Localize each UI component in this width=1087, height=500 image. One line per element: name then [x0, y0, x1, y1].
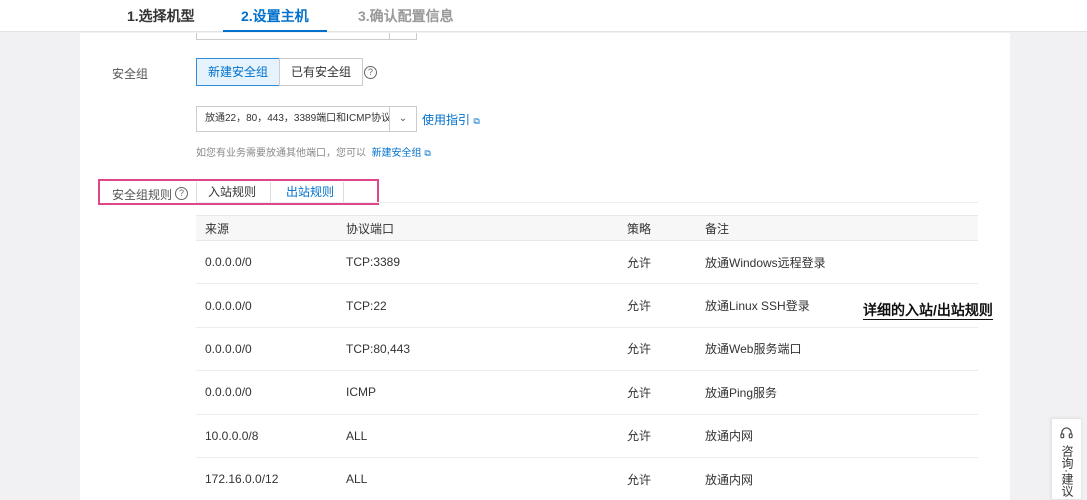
tab-inbound-rules[interactable]: 入站规则 [208, 183, 256, 203]
cell-source: 172.16.0.0/12 [196, 457, 337, 500]
column-header-source: 来源 [196, 215, 337, 241]
config-card: 安全组 新建安全组 已有安全组 ? 放通22，80，443，3389端口和ICM… [80, 33, 1010, 500]
security-group-template-select[interactable]: 放通22，80，443，3389端口和ICMP协议 ⌄ [196, 106, 417, 132]
security-group-rules-label: 安全组规则 [112, 188, 173, 202]
security-group-hint: 如您有业务需要放通其他端口，您可以 新建安全组 ⧉ [196, 148, 431, 159]
cell-remark: 放通内网 [696, 414, 978, 458]
cell-source: 10.0.0.0/8 [196, 414, 337, 458]
cell-protocol-port: TCP:80,443 [337, 327, 618, 372]
cell-protocol-port: TCP:22 [337, 283, 618, 328]
security-group-mode: 新建安全组 已有安全组 [196, 58, 364, 86]
column-header-remark: 备注 [696, 215, 978, 241]
help-icon[interactable]: ? [175, 187, 188, 200]
table-row: 0.0.0.0/0 TCP:80,443 允许 放通Web服务端口 [196, 327, 978, 372]
consult-suggest-float[interactable]: 咨询·建议 [1051, 418, 1081, 500]
cell-protocol-port: ICMP [337, 370, 618, 415]
step-2[interactable]: 2.设置主机 [223, 0, 327, 32]
cell-policy: 允许 [618, 283, 696, 328]
new-security-group-option[interactable]: 新建安全组 [196, 58, 281, 86]
step-3[interactable]: 3.确认配置信息 [358, 0, 454, 32]
new-security-group-link[interactable]: 新建安全组 ⧉ [372, 148, 431, 159]
chevron-down-icon[interactable]: ⌄ [389, 107, 416, 131]
table-header-row: 来源 协议端口 策略 备注 [196, 215, 978, 241]
cell-protocol-port: TCP:3389 [337, 240, 618, 285]
table-row: 0.0.0.0/0 TCP:3389 允许 放通Windows远程登录 [196, 240, 978, 285]
select-value: 放通22，80，443，3389端口和ICMP协议 [205, 113, 392, 124]
rules-table: 来源 协议端口 策略 备注 0.0.0.0/0 TCP:3389 允许 放通Wi… [196, 215, 978, 500]
cell-source: 0.0.0.0/0 [196, 240, 337, 285]
cell-remark: 放通Windows远程登录 [696, 240, 978, 285]
external-link-icon: ⧉ [473, 116, 480, 126]
table-row: 10.0.0.0/8 ALL 允许 放通内网 [196, 414, 978, 458]
cell-remark: 放通内网 [696, 457, 978, 500]
help-icon[interactable]: ? [364, 66, 377, 79]
table-row: 0.0.0.0/0 ICMP 允许 放通Ping服务 [196, 370, 978, 415]
usage-guide-link[interactable]: 使用指引 ⧉ [422, 111, 480, 128]
previous-select-bottom[interactable] [196, 33, 417, 40]
cell-protocol-port: ALL [337, 414, 618, 458]
tab-divider [270, 182, 271, 202]
cell-policy: 允许 [618, 457, 696, 500]
step-bar: 1.选择机型 2.设置主机 3.确认配置信息 [0, 0, 1087, 32]
consult-suggest-label: 咨询·建议 [1060, 445, 1074, 497]
column-header-policy: 策略 [618, 215, 696, 241]
cell-policy: 允许 [618, 414, 696, 458]
cell-policy: 允许 [618, 370, 696, 415]
column-header-protocol-port: 协议端口 [337, 215, 618, 241]
cell-protocol-port: ALL [337, 457, 618, 500]
cell-policy: 允许 [618, 327, 696, 372]
table-row: 0.0.0.0/0 TCP:22 允许 放通Linux SSH登录 [196, 283, 978, 328]
headset-icon [1060, 427, 1073, 439]
cell-policy: 允许 [618, 240, 696, 285]
cell-source: 0.0.0.0/0 [196, 370, 337, 415]
step-1[interactable]: 1.选择机型 [127, 0, 195, 32]
table-row: 172.16.0.0/12 ALL 允许 放通内网 [196, 457, 978, 500]
annotation-text: 详细的入站/出站规则 [863, 302, 993, 320]
cell-remark: 放通Ping服务 [696, 370, 978, 415]
tab-divider [343, 182, 344, 202]
cell-source: 0.0.0.0/0 [196, 327, 337, 372]
tab-outbound-rules[interactable]: 出站规则 [286, 183, 334, 203]
tabs-underline [196, 202, 978, 203]
cell-remark: 放通Web服务端口 [696, 327, 978, 372]
cell-source: 0.0.0.0/0 [196, 283, 337, 328]
tab-divider [196, 182, 197, 202]
security-group-label: 安全组 [112, 67, 149, 81]
external-link-icon: ⧉ [424, 148, 431, 158]
existing-security-group-option[interactable]: 已有安全组 [279, 58, 364, 86]
